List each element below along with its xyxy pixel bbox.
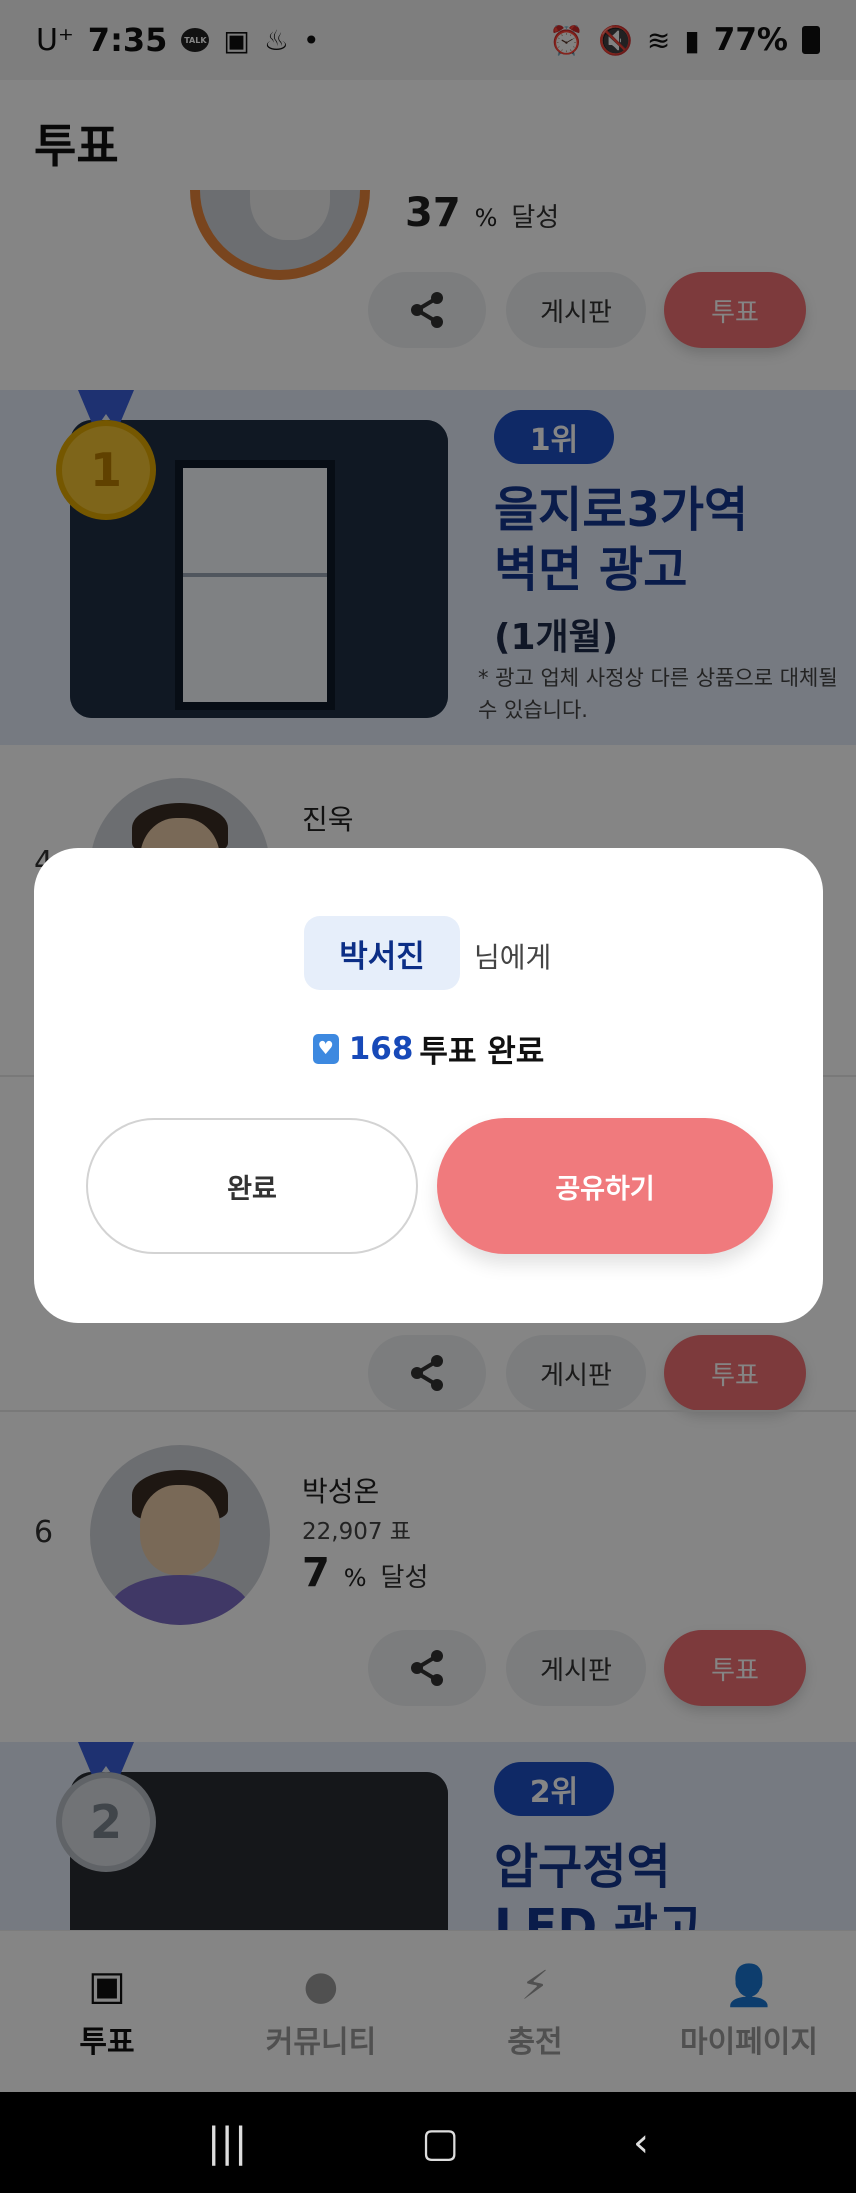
vote-done-label: 투표 완료 — [419, 1034, 545, 1070]
back-icon[interactable]: ‹ — [633, 2120, 649, 2166]
system-nav-bar: ||| ▢ ‹ — [0, 2092, 856, 2193]
share-modal-button[interactable]: 공유하기 — [437, 1118, 773, 1254]
done-button[interactable]: 완료 — [86, 1118, 418, 1254]
vote-complete-dialog: 박서진 님에게 ♥ 168 투표 완료 완료 공유하기 — [34, 848, 823, 1323]
vote-summary: ♥ 168 투표 완료 — [34, 1026, 823, 1071]
recipient-name-chip: 박서진 — [304, 916, 460, 990]
recent-apps-icon[interactable]: ||| — [207, 2120, 247, 2166]
recipient-suffix: 님에게 — [474, 941, 552, 974]
vote-count: 168 — [348, 1030, 414, 1067]
heart-icon: ♥ — [312, 1033, 339, 1064]
home-icon[interactable]: ▢ — [421, 2120, 459, 2166]
